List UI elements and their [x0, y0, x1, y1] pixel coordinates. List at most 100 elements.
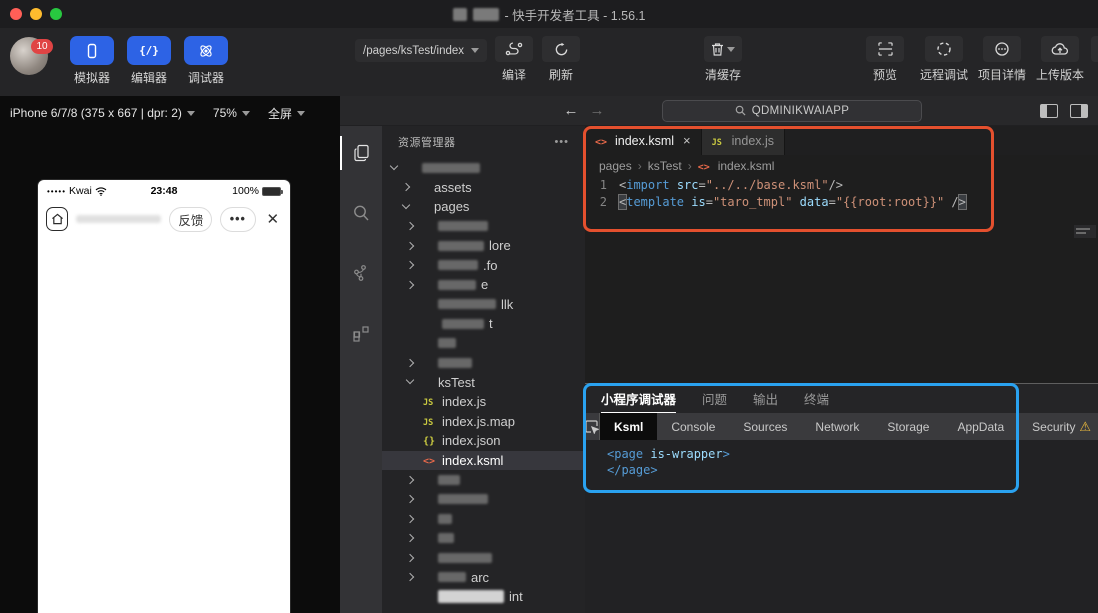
redacted-name: [438, 241, 484, 251]
devtools-tab[interactable]: Storage: [873, 413, 943, 440]
close-window-button[interactable]: [10, 8, 22, 20]
project-detail-button[interactable]: 项目详情: [972, 36, 1032, 83]
phone-navbar: 反馈 ••• ✕: [38, 202, 290, 236]
close-tab-icon[interactable]: ×: [683, 133, 691, 148]
remote-debug-button[interactable]: 远程调试: [914, 36, 974, 83]
tree-row[interactable]: ksTest: [382, 373, 585, 393]
tree-row[interactable]: [382, 158, 585, 178]
devtools-tab[interactable]: Ksml: [600, 413, 657, 440]
breadcrumb[interactable]: pages › ksTest › index.ksml: [585, 155, 1098, 177]
source-control-icon[interactable]: [340, 256, 382, 290]
redacted-name: [438, 514, 452, 524]
files-icon[interactable]: [340, 136, 382, 170]
tree-row[interactable]: lore: [382, 236, 585, 256]
tree-row[interactable]: int: [382, 587, 585, 607]
atom-icon: [184, 36, 228, 65]
chevron-down-icon: [727, 47, 735, 52]
preview-button[interactable]: 预览: [858, 36, 912, 83]
upload-version-button[interactable]: 上传版本: [1030, 36, 1090, 83]
code-token: "{{root:root}}": [836, 195, 944, 209]
minimize-window-button[interactable]: [30, 8, 42, 20]
forward-button[interactable]: →: [584, 102, 610, 119]
code-token: [792, 195, 799, 209]
tree-row[interactable]: [382, 509, 585, 529]
code-editor[interactable]: 1 <import src="../../base.ksml"/> 2 <tem…: [585, 177, 1098, 211]
tab-miniapp-debugger[interactable]: 小程序调试器: [601, 384, 676, 413]
code-token: [670, 178, 677, 192]
tree-row[interactable]: pages: [382, 197, 585, 217]
tree-chevron-icon: [408, 318, 420, 330]
devtools-tab[interactable]: Sources: [729, 413, 801, 440]
tree-row[interactable]: [382, 217, 585, 237]
simulator-mode-button[interactable]: 模拟器: [70, 36, 114, 86]
tree-row[interactable]: arc: [382, 568, 585, 588]
tree-row[interactable]: .fo: [382, 256, 585, 276]
redacted-name: [422, 163, 480, 173]
feedback-button[interactable]: 反馈: [169, 207, 212, 232]
code-token: />: [829, 178, 843, 192]
close-miniapp-button[interactable]: ✕: [264, 210, 283, 228]
tab-problems[interactable]: 问题: [702, 384, 727, 413]
zoom-window-button[interactable]: [50, 8, 62, 20]
tree-row[interactable]: index.js: [382, 392, 585, 412]
tree-label: index.ksml: [442, 453, 503, 468]
toggle-sidebar-icon[interactable]: [1040, 104, 1058, 118]
refresh-label: 刷新: [549, 66, 573, 83]
editor-body[interactable]: [585, 211, 1098, 383]
tab-index-js[interactable]: index.js: [702, 126, 785, 155]
tree-row[interactable]: [382, 490, 585, 510]
ellipsis-icon[interactable]: •••: [554, 136, 569, 148]
clear-cache-button[interactable]: 清缓存: [694, 36, 752, 83]
titlebar: - 快手开发者工具 - 1.56.1: [0, 0, 1098, 28]
tree-chevron-icon: [404, 591, 416, 603]
ksml-inspector-content[interactable]: <page is-wrapper> </page>: [585, 440, 1098, 613]
device-select[interactable]: iPhone 6/7/8 (375 x 667 | dpr: 2): [10, 106, 195, 120]
toggle-panel-icon[interactable]: [1070, 104, 1088, 118]
display-mode-select[interactable]: 全屏: [268, 105, 305, 122]
tree-row[interactable]: t: [382, 314, 585, 334]
debugger-mode-button[interactable]: 调试器: [184, 36, 228, 86]
minimap[interactable]: [1074, 225, 1096, 238]
tree-row[interactable]: index.json: [382, 431, 585, 451]
tab-output[interactable]: 输出: [753, 384, 778, 413]
code-braces-icon: {/}: [127, 36, 171, 65]
tab-terminal[interactable]: 终端: [804, 384, 829, 413]
tree-row[interactable]: index.ksml: [382, 451, 585, 471]
tree-chevron-icon: [408, 415, 420, 427]
breadcrumb-pages[interactable]: pages: [599, 159, 632, 173]
page-path-select[interactable]: /pages/ksTest/index: [355, 39, 487, 62]
zoom-select[interactable]: 75%: [213, 106, 250, 120]
compile-button[interactable]: 编译: [488, 36, 540, 83]
tree-row[interactable]: [382, 470, 585, 490]
tree-row[interactable]: llk: [382, 295, 585, 315]
breadcrumb-kstest[interactable]: ksTest: [648, 159, 682, 173]
window-title: - 快手开发者工具 - 1.56.1: [505, 5, 646, 24]
tree-chevron-icon: [404, 513, 416, 525]
tree-row[interactable]: [382, 529, 585, 549]
devtools-tab[interactable]: AppData: [943, 413, 1018, 440]
breadcrumb-file[interactable]: index.ksml: [718, 159, 775, 173]
warning-icon[interactable]: ⚠: [1079, 419, 1091, 435]
tree-row[interactable]: index.js.map: [382, 412, 585, 432]
cutoff-toolbar-button[interactable]: 问: [1088, 36, 1098, 83]
address-bar[interactable]: QDMINIKWAIAPP: [662, 100, 922, 122]
tree-row[interactable]: [382, 548, 585, 568]
inspect-element-icon[interactable]: [585, 413, 600, 440]
devtools-tab[interactable]: Network: [801, 413, 873, 440]
tree-row[interactable]: [382, 353, 585, 373]
devtools-tab[interactable]: Console: [657, 413, 729, 440]
battery-percent: 100%: [232, 185, 259, 197]
refresh-button[interactable]: 刷新: [536, 36, 586, 83]
code-line: 1 <import src="../../base.ksml"/>: [585, 177, 1098, 194]
tree-label: assets: [434, 180, 472, 195]
tree-row[interactable]: [382, 334, 585, 354]
extensions-icon[interactable]: [340, 316, 382, 350]
back-button[interactable]: ←: [558, 102, 584, 119]
home-button[interactable]: [46, 207, 68, 231]
editor-mode-button[interactable]: {/} 编辑器: [127, 36, 171, 86]
tree-row[interactable]: assets: [382, 178, 585, 198]
search-icon[interactable]: [340, 196, 382, 230]
more-button[interactable]: •••: [220, 207, 255, 232]
tab-index-ksml[interactable]: index.ksml ×: [585, 126, 702, 155]
tree-row[interactable]: e: [382, 275, 585, 295]
